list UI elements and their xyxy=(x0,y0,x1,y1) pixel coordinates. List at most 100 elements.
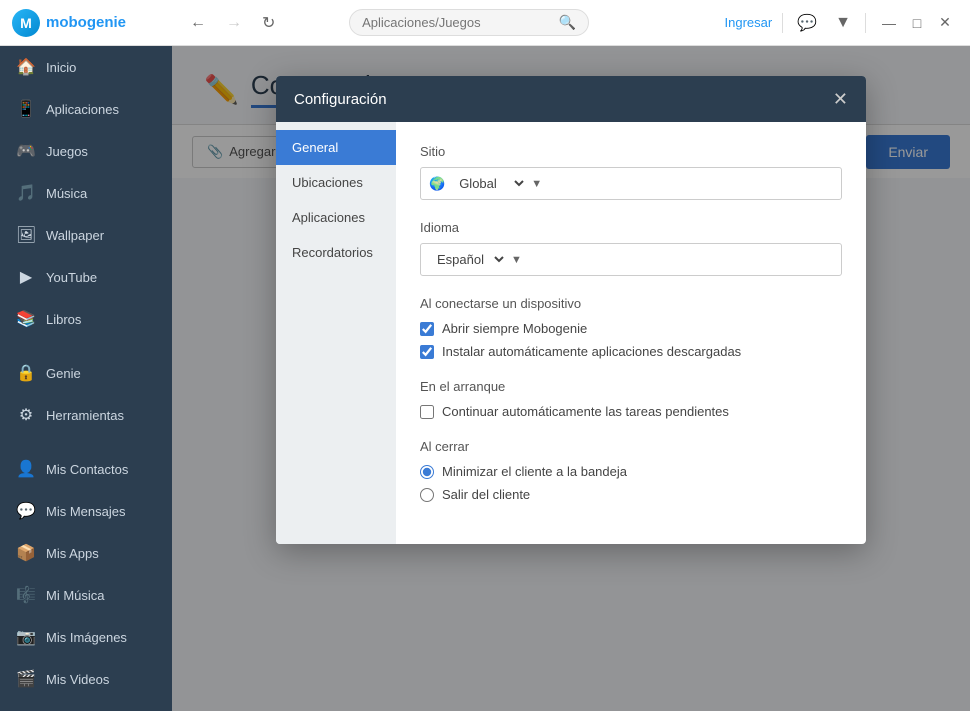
search-icon: 🔍 xyxy=(559,14,576,31)
sidebar: 🏠 Inicio 📱 Aplicaciones 🎮 Juegos 🎵 Músic… xyxy=(0,46,172,711)
sidebar-item-mis-libros[interactable]: 📖 Mis libros xyxy=(0,700,172,711)
topbar: M mobogenie ← → ↻ 🔍 Ingresar 💬 ▼ — □ ✕ xyxy=(0,0,970,46)
modal-close-button[interactable]: ✕ xyxy=(833,90,848,108)
al-conectarse-checkboxes: Abrir siempre Mobogenie Instalar automát… xyxy=(420,321,842,359)
search-bar: 🔍 xyxy=(349,9,589,36)
sidebar-item-label: Wallpaper xyxy=(46,228,104,243)
sidebar-item-juegos[interactable]: 🎮 Juegos xyxy=(0,130,172,172)
refresh-button[interactable]: ↻ xyxy=(256,9,281,37)
continuar-auto-item: Continuar automáticamente las tareas pen… xyxy=(420,404,842,419)
modal-header: Configuración ✕ xyxy=(276,76,866,122)
idioma-chevron-icon: ▼ xyxy=(511,254,522,266)
nav-buttons: ← → ↻ xyxy=(184,9,281,37)
idioma-select-wrap: Español English Français Deutsch 中文 ▼ xyxy=(420,243,842,276)
sidebar-item-libros[interactable]: 📚 Libros xyxy=(0,298,172,340)
sidebar-item-label: Juegos xyxy=(46,144,88,159)
topbar-divider xyxy=(782,13,783,33)
sitio-select[interactable]: Global América Europa Asia xyxy=(451,168,527,199)
mi-musica-icon: 🎼 xyxy=(16,585,36,605)
idioma-label: Idioma xyxy=(420,220,842,235)
modal-sidebar-recordatorios[interactable]: Recordatorios xyxy=(276,235,396,270)
logo-text: mobogenie xyxy=(46,14,126,31)
modal-sidebar: General Ubicaciones Aplicaciones Recorda… xyxy=(276,122,396,544)
sidebar-item-label: Mis Contactos xyxy=(46,462,128,477)
sidebar-item-label: Mi Música xyxy=(46,588,105,603)
minimizar-radio[interactable] xyxy=(420,465,434,479)
libros-icon: 📚 xyxy=(16,309,36,329)
sidebar-item-mis-mensajes[interactable]: 💬 Mis Mensajes xyxy=(0,490,172,532)
en-arranque-checkboxes: Continuar automáticamente las tareas pen… xyxy=(420,404,842,419)
back-button[interactable]: ← xyxy=(184,10,212,36)
al-conectarse-section: Al conectarse un dispositivo Abrir siemp… xyxy=(420,296,842,359)
content-area: ✏️ Comentarios Configuración ✕ G xyxy=(172,46,970,711)
window-controls: — □ ✕ xyxy=(876,10,958,36)
musica-icon: 🎵 xyxy=(16,183,36,203)
sidebar-item-genie[interactable]: 🔒 Genie xyxy=(0,352,172,394)
modal-overlay: Configuración ✕ General Ubicaciones xyxy=(172,46,970,711)
sidebar-item-mis-apps[interactable]: 📦 Mis Apps xyxy=(0,532,172,574)
al-cerrar-section: Al cerrar Minimizar el cliente a la band… xyxy=(420,439,842,502)
dropdown-icon-button[interactable]: ▼ xyxy=(831,12,855,34)
al-cerrar-radios: Minimizar el cliente a la bandeja Salir … xyxy=(420,464,842,502)
mis-apps-icon: 📦 xyxy=(16,543,36,563)
sidebar-item-label: YouTube xyxy=(46,270,97,285)
modal-sidebar-aplicaciones[interactable]: Aplicaciones xyxy=(276,200,396,235)
modal-sidebar-ubicaciones[interactable]: Ubicaciones xyxy=(276,165,396,200)
mis-contactos-icon: 👤 xyxy=(16,459,36,479)
sidebar-item-mis-contactos[interactable]: 👤 Mis Contactos xyxy=(0,448,172,490)
modal-sidebar-general[interactable]: General xyxy=(276,130,396,165)
sidebar-item-musica[interactable]: 🎵 Música xyxy=(0,172,172,214)
modal-content: Sitio 🌍 Global América Europa Asia ▼ xyxy=(396,122,866,544)
continuar-auto-checkbox[interactable] xyxy=(420,405,434,419)
salir-label[interactable]: Salir del cliente xyxy=(442,487,530,502)
sidebar-item-youtube[interactable]: ▶ YouTube xyxy=(0,256,172,298)
modal-title: Configuración xyxy=(294,91,387,108)
abrir-mobogenie-item: Abrir siempre Mobogenie xyxy=(420,321,842,336)
sitio-select-wrap: 🌍 Global América Europa Asia ▼ xyxy=(420,167,842,200)
youtube-icon: ▶ xyxy=(16,267,36,287)
salir-radio[interactable] xyxy=(420,488,434,502)
main-layout: 🏠 Inicio 📱 Aplicaciones 🎮 Juegos 🎵 Músic… xyxy=(0,46,970,711)
topbar-divider2 xyxy=(865,13,866,33)
al-cerrar-title: Al cerrar xyxy=(420,439,842,454)
minimizar-label[interactable]: Minimizar el cliente a la bandeja xyxy=(442,464,627,479)
sidebar-item-label: Mis Mensajes xyxy=(46,504,125,519)
salir-item: Salir del cliente xyxy=(420,487,842,502)
wallpaper-icon: 🖼 xyxy=(16,225,36,245)
close-button[interactable]: ✕ xyxy=(932,10,958,36)
chat-icon-button[interactable]: 💬 xyxy=(793,11,821,35)
idioma-select[interactable]: Español English Français Deutsch 中文 xyxy=(429,244,507,275)
sidebar-item-label: Genie xyxy=(46,366,81,381)
sidebar-item-label: Inicio xyxy=(46,60,76,75)
topbar-right: Ingresar 💬 ▼ — □ ✕ xyxy=(725,10,958,36)
sidebar-item-label: Herramientas xyxy=(46,408,124,423)
app-logo: M mobogenie xyxy=(12,9,184,37)
minimizar-item: Minimizar el cliente a la bandeja xyxy=(420,464,842,479)
abrir-mobogenie-label[interactable]: Abrir siempre Mobogenie xyxy=(442,321,587,336)
sidebar-item-herramientas[interactable]: ⚙ Herramientas xyxy=(0,394,172,436)
instalar-auto-label[interactable]: Instalar automáticamente aplicaciones de… xyxy=(442,344,741,359)
sidebar-item-mis-videos[interactable]: 🎬 Mis Videos xyxy=(0,658,172,700)
idioma-section: Idioma Español English Français Deutsch … xyxy=(420,220,842,276)
sidebar-item-mis-imagenes[interactable]: 📷 Mis Imágenes xyxy=(0,616,172,658)
modal-body: General Ubicaciones Aplicaciones Recorda… xyxy=(276,122,866,544)
forward-button[interactable]: → xyxy=(220,10,248,36)
sidebar-item-wallpaper[interactable]: 🖼 Wallpaper xyxy=(0,214,172,256)
search-input[interactable] xyxy=(362,15,559,30)
sidebar-item-label: Música xyxy=(46,186,87,201)
en-arranque-section: En el arranque Continuar automáticamente… xyxy=(420,379,842,419)
abrir-mobogenie-checkbox[interactable] xyxy=(420,322,434,336)
continuar-auto-label[interactable]: Continuar automáticamente las tareas pen… xyxy=(442,404,729,419)
sidebar-item-aplicaciones[interactable]: 📱 Aplicaciones xyxy=(0,88,172,130)
aplicaciones-icon: 📱 xyxy=(16,99,36,119)
herramientas-icon: ⚙ xyxy=(16,405,36,425)
instalar-auto-checkbox[interactable] xyxy=(420,345,434,359)
sidebar-item-inicio[interactable]: 🏠 Inicio xyxy=(0,46,172,88)
login-button[interactable]: Ingresar xyxy=(725,15,773,30)
sidebar-item-label: Libros xyxy=(46,312,81,327)
sitio-chevron-icon: ▼ xyxy=(531,178,542,190)
minimize-button[interactable]: — xyxy=(876,10,902,36)
sidebar-item-mi-musica[interactable]: 🎼 Mi Música xyxy=(0,574,172,616)
maximize-button[interactable]: □ xyxy=(904,10,930,36)
mis-imagenes-icon: 📷 xyxy=(16,627,36,647)
